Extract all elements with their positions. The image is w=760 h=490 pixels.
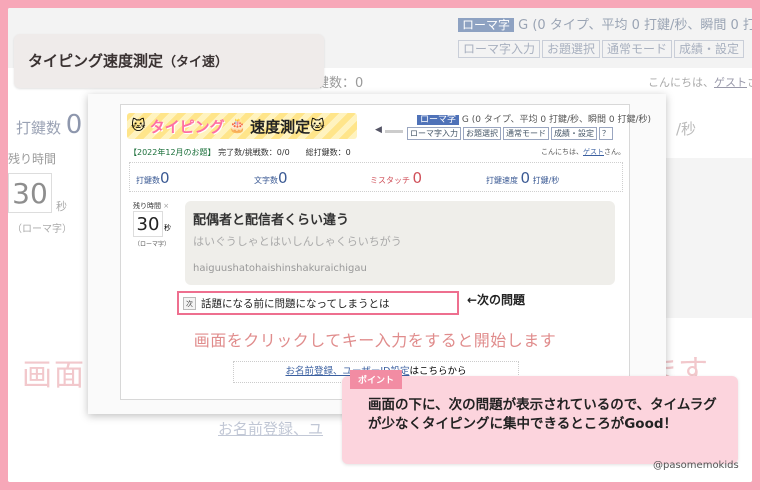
logo-text-left: タイピング — [149, 117, 225, 136]
monthly-counts: 完了数/挑戦数：0/0 総打鍵数：0 — [218, 148, 351, 157]
timer-unit: 秒 — [164, 224, 171, 232]
background-topic-button: お題選択 — [542, 40, 601, 58]
next-question-text: 話題になる前に問題になってしまうとは — [201, 298, 390, 310]
background-romaji-button: ローマ字入力 — [458, 40, 541, 58]
monthly-topic-label[interactable]: 【2022年12月のお題】 — [129, 148, 216, 157]
volume-slider[interactable] — [385, 130, 403, 133]
guest-link[interactable]: ゲスト — [583, 148, 604, 156]
question-kanji: 配偶者と配信者くらい違う — [193, 213, 350, 228]
cake-icon: 🎂 — [228, 118, 247, 134]
background-right-panel — [662, 158, 752, 318]
toolbar: ローマ字入力 お題選択 通常モード 成績・設定 ？ — [407, 127, 613, 140]
author-handle: @pasomemokids — [653, 460, 739, 471]
topic-select-button[interactable]: お題選択 — [463, 127, 501, 140]
background-register-link: お名前登録、ユ — [218, 420, 324, 438]
background-normal-mode-button: 通常モード — [602, 40, 673, 58]
background-click-message: 画面 — [22, 358, 86, 393]
background-buttons: ローマ字入力 お題選択 通常モード 成績・設定 — [458, 40, 746, 58]
close-icon[interactable]: × — [163, 202, 169, 210]
stat-speed: 打鍵速度 0 打鍵/秒 — [486, 169, 560, 187]
background-remain-label: 残り時間 — [8, 152, 57, 166]
cat-icon: 🐱 — [310, 118, 325, 134]
title-card: タイピング速度測定（タイ速） — [14, 34, 324, 88]
question-kana: はいぐうしゃとはいしんしゃくらいちがう — [193, 235, 402, 248]
mode-status-text: G (0 タイプ、平均 0 打鍵/秒、瞬間 0 打鍵/秒) — [461, 115, 652, 125]
background-settings-button: 成績・設定 — [674, 40, 745, 58]
help-button[interactable]: ？ — [599, 127, 613, 140]
app-screenshot-card: 🐱 タイピング 🎂 速度測定 🐱 ローマ字 G (0 タイプ、平均 0 打鍵/秒… — [88, 94, 666, 414]
mode-tag: ローマ字 — [417, 115, 460, 125]
background-timer-unit: 秒 — [56, 200, 67, 213]
app-logo[interactable]: 🐱 タイピング 🎂 速度測定 🐱 — [127, 113, 357, 139]
stats-panel: 打鍵数0 文字数0 ミスタッチ 0 打鍵速度 0 打鍵/秒 — [129, 162, 623, 192]
background-right-unit: /秒 — [676, 120, 697, 138]
question-romaji: haiguushatohaishinshakuraichigau — [193, 263, 367, 274]
normal-mode-button[interactable]: 通常モード — [503, 127, 549, 140]
timer-mode: （ローマ字） — [134, 241, 171, 248]
background-timer-mode: （ローマ字） — [12, 224, 72, 235]
title-card-subtitle: （タイ速） — [163, 55, 229, 70]
timer-value: 30 — [133, 211, 163, 237]
point-tag: ポイント — [350, 370, 403, 389]
settings-button[interactable]: 成績・設定 — [551, 127, 597, 140]
stat-strokes: 打鍵数0 — [136, 169, 170, 187]
screenshot-frame: ローマ字 G (0 タイプ、平均 0 打鍵/秒、瞬間 0 打鍵/秒 ローマ字入力… — [8, 8, 752, 482]
romaji-input-button[interactable]: ローマ字入力 — [407, 127, 461, 140]
remain-label: 残り時間 × — [133, 202, 170, 210]
background-mode-tag: ローマ字 — [458, 18, 515, 32]
point-callout: ポイント 画面の下に、次の問題が表示されているので、タイムラグが少なくタイピング… — [342, 370, 738, 464]
speaker-icon[interactable]: ◀ — [375, 125, 382, 135]
mode-status: ローマ字 G (0 タイプ、平均 0 打鍵/秒、瞬間 0 打鍵/秒) — [417, 112, 651, 125]
next-tag: 次 — [183, 297, 196, 310]
point-text: 画面の下に、次の問題が表示されているので、タイムラグが少なくタイピングに集中でき… — [368, 397, 717, 432]
stat-chars: 文字数0 — [254, 169, 288, 187]
background-greeting: こんにちは、ゲストさん — [648, 76, 752, 89]
stat-misses: ミスタッチ 0 — [370, 169, 423, 187]
background-timer: 30 — [8, 173, 52, 213]
background-status-text: G (0 タイプ、平均 0 打鍵/秒、瞬間 0 打鍵/秒 — [518, 18, 752, 33]
logo-text-right: 速度測定 — [250, 117, 311, 136]
cat-icon: 🐱 — [131, 118, 146, 134]
greeting: こんにちは、ゲストさん。 — [541, 148, 625, 156]
app-window: 🐱 タイピング 🎂 速度測定 🐱 ローマ字 G (0 タイプ、平均 0 打鍵/秒… — [120, 104, 651, 400]
background-strokes: 打鍵数 0 — [16, 110, 83, 140]
monthly-info: 【2022年12月のお題】 完了数/挑戦数：0/0 総打鍵数：0 — [129, 147, 351, 158]
start-message[interactable]: 画面をクリックしてキー入力をすると開始します — [121, 327, 629, 351]
question-box[interactable]: 配偶者と配信者くらい違う はいぐうしゃとはいしんしゃくらいちがう haiguus… — [185, 201, 615, 285]
background-status: ローマ字 G (0 タイプ、平均 0 打鍵/秒、瞬間 0 打鍵/秒 — [458, 14, 752, 33]
next-question-annotation: ←次の問題 — [467, 293, 526, 307]
next-question: 次 話題になる前に問題になってしまうとは — [177, 291, 459, 315]
title-card-title: タイピング速度測定 — [28, 52, 164, 70]
